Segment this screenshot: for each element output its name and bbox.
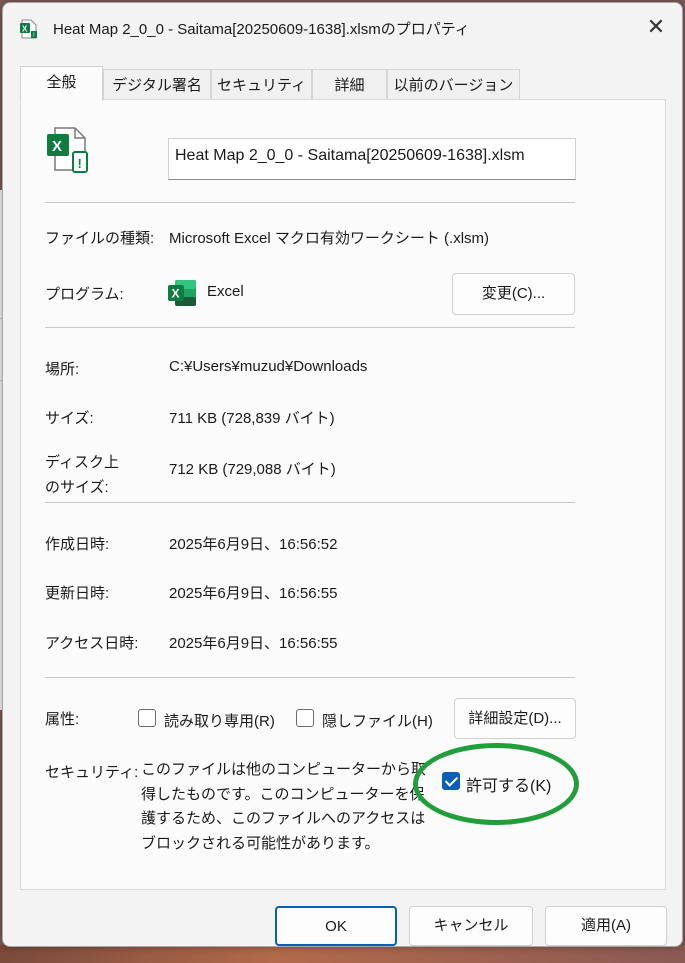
unblock-label[interactable]: 許可する(K) xyxy=(466,772,551,796)
general-panel: X ! Heat Map 2_0_0 - Saitama[20250609-16… xyxy=(20,99,666,890)
file-type-label: ファイルの種類: xyxy=(45,230,155,247)
divider xyxy=(45,677,575,678)
created-value: 2025年6月9日、16:56:52 xyxy=(169,536,338,553)
filename-input[interactable]: Heat Map 2_0_0 - Saitama[20250609-1638].… xyxy=(168,138,576,180)
disk-size-label-line2: のサイズ: xyxy=(45,479,109,496)
properties-dialog: X ! Heat Map 2_0_0 - Saitama[20250609-16… xyxy=(2,2,683,947)
tab-digital-signatures[interactable]: デジタル署名 xyxy=(103,69,211,99)
tab-details[interactable]: 詳細 xyxy=(312,69,387,99)
program-label: プログラム: xyxy=(45,286,124,303)
advanced-attributes-button[interactable]: 詳細設定(D)... xyxy=(454,698,576,739)
size-value: 711 KB (728,839 バイト) xyxy=(169,410,335,427)
hidden-checkbox[interactable] xyxy=(296,709,314,727)
created-label: 作成日時: xyxy=(45,536,110,553)
tab-strip: 全般 デジタル署名 セキュリティ 詳細 以前のバージョン xyxy=(20,66,665,101)
excel-macro-file-icon: X ! xyxy=(47,127,88,173)
divider xyxy=(45,327,575,328)
disk-size-label-line1: ディスク上 xyxy=(45,454,119,471)
disk-size-value: 712 KB (729,088 バイト) xyxy=(169,461,336,478)
divider xyxy=(45,202,575,203)
disk-size-label: ディスク上 のサイズ: xyxy=(45,450,119,500)
security-message: このファイルは他のコンピューターから取得したものです。このコンピューターを保護す… xyxy=(141,761,427,852)
accessed-label: アクセス日時: xyxy=(45,635,139,652)
program-value: Excel xyxy=(207,283,244,300)
divider xyxy=(45,502,575,503)
modified-value: 2025年6月9日、16:56:55 xyxy=(169,585,338,602)
attributes-label: 属性: xyxy=(45,711,80,728)
security-label: セキュリティ: xyxy=(45,764,139,781)
file-type-value: Microsoft Excel マクロ有効ワークシート (.xlsm) xyxy=(169,230,490,247)
change-program-button[interactable]: 変更(C)... xyxy=(452,273,575,315)
accessed-value: 2025年6月9日、16:56:55 xyxy=(169,635,338,652)
svg-text:X: X xyxy=(22,25,28,34)
svg-text:X: X xyxy=(52,138,62,155)
ok-button[interactable]: OK xyxy=(275,906,397,946)
tab-previous-versions[interactable]: 以前のバージョン xyxy=(387,69,520,99)
hidden-label[interactable]: 隠しファイル(H) xyxy=(322,710,433,731)
readonly-label[interactable]: 読み取り専用(R) xyxy=(164,710,275,731)
tab-general[interactable]: 全般 xyxy=(20,66,103,101)
unblock-checkbox[interactable] xyxy=(442,772,460,790)
window-title: Heat Map 2_0_0 - Saitama[20250609-1638].… xyxy=(53,21,470,38)
desktop-background xyxy=(0,945,685,963)
location-value: C:¥Users¥muzud¥Downloads xyxy=(169,358,368,375)
tab-security[interactable]: セキュリティ xyxy=(211,69,312,99)
size-label: サイズ: xyxy=(45,410,94,427)
cancel-button[interactable]: キャンセル xyxy=(409,906,533,946)
title-bar: X ! Heat Map 2_0_0 - Saitama[20250609-16… xyxy=(3,3,682,51)
apply-button[interactable]: 適用(A) xyxy=(545,906,667,946)
svg-text:X: X xyxy=(172,287,180,301)
close-button[interactable]: ✕ xyxy=(636,9,676,45)
readonly-checkbox[interactable] xyxy=(138,709,156,727)
excel-macro-file-icon: X ! xyxy=(20,19,37,39)
svg-text:!: ! xyxy=(78,156,82,171)
location-label: 場所: xyxy=(45,361,80,378)
excel-app-icon: X xyxy=(168,280,196,306)
close-icon: ✕ xyxy=(646,14,666,40)
modified-label: 更新日時: xyxy=(45,585,110,602)
